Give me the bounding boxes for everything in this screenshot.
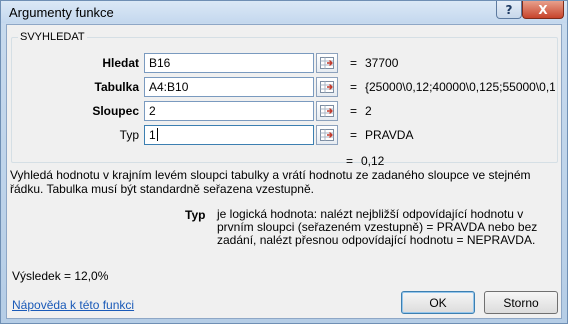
title-bar[interactable]: Argumenty funkce ? X: [1, 1, 567, 23]
range-select-button[interactable]: [316, 101, 338, 121]
function-arguments-dialog: Argumenty funkce ? X SVYHLEDAT Hledat B1…: [0, 0, 568, 324]
equals-sign: =: [350, 80, 358, 94]
hledat-input[interactable]: B16: [144, 53, 314, 73]
range-select-button[interactable]: [316, 77, 338, 97]
sloupec-input[interactable]: 2: [144, 101, 314, 121]
argument-help-name: Typ: [185, 208, 206, 222]
range-select-icon: [320, 57, 334, 69]
arg-result: 37700: [365, 56, 399, 70]
range-select-icon: [320, 129, 334, 141]
function-name: SVYHLEDAT: [18, 31, 87, 43]
ok-button[interactable]: OK: [401, 291, 475, 314]
range-select-icon: [320, 105, 334, 117]
arg-result: 2: [365, 104, 372, 118]
arg-result: PRAVDA: [365, 128, 414, 142]
range-select-button[interactable]: [316, 125, 338, 145]
argument-help-text: je logická hodnota: nalézt nejbližší odp…: [217, 207, 538, 247]
close-button[interactable]: X: [522, 1, 564, 19]
question-mark-icon: ?: [505, 2, 513, 17]
equals-sign: =: [350, 128, 358, 142]
help-button[interactable]: ?: [496, 1, 522, 19]
arguments-group: SVYHLEDAT Hledat B16 = 37700 Tabulka A4:…: [11, 31, 558, 163]
close-icon: X: [538, 2, 548, 17]
text-caret: [156, 128, 158, 141]
arg-row-hledat: Hledat B16 = 37700: [12, 53, 557, 75]
range-select-button[interactable]: [316, 53, 338, 73]
typ-input[interactable]: 1: [144, 125, 314, 145]
tabulka-input[interactable]: A4:B10: [144, 77, 314, 97]
function-help-link[interactable]: Nápověda k této funkci: [12, 298, 134, 312]
formula-result-equals: =: [346, 154, 354, 168]
cancel-button[interactable]: Storno: [484, 291, 558, 314]
equals-sign: =: [350, 104, 358, 118]
arg-label: Tabulka: [94, 80, 139, 94]
equals-sign: =: [350, 56, 358, 70]
arg-label: Hledat: [102, 56, 139, 70]
arg-row-sloupec: Sloupec 2 = 2: [12, 101, 557, 123]
arg-label: Sloupec: [92, 104, 139, 118]
arg-row-typ: Typ 1 = PRAVDA: [12, 125, 557, 147]
arg-row-tabulka: Tabulka A4:B10 = {25000\0,12;40000\0,125…: [12, 77, 557, 99]
arg-label: Typ: [119, 128, 139, 142]
window-title: Argumenty funkce: [9, 5, 114, 20]
function-description: Vyhledá hodnotu v krajním levém sloupci …: [10, 168, 531, 196]
range-select-icon: [320, 81, 334, 93]
formula-result-value: 0,12: [361, 154, 385, 168]
dialog-body: SVYHLEDAT Hledat B16 = 37700 Tabulka A4:…: [6, 24, 562, 319]
result-line: Výsledek = 12,0%: [12, 269, 109, 283]
arg-result: {25000\0,12;40000\0,125;55000\0,13;70: [365, 80, 555, 94]
